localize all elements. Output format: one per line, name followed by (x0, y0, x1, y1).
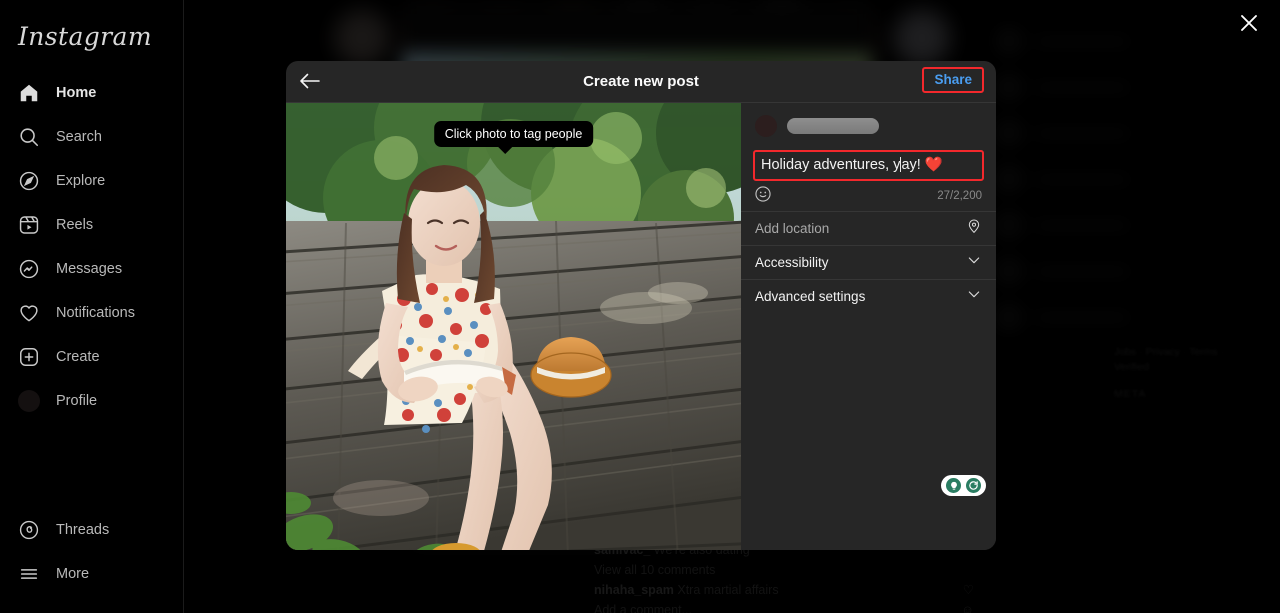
sidebar-item-label: Create (56, 349, 100, 365)
sidebar-item-label: Profile (56, 393, 97, 409)
advanced-settings-row[interactable]: Advanced settings (741, 279, 996, 313)
caption-text-before-caret: Holiday adventures, y (761, 157, 900, 173)
sidebar-item-label: Explore (56, 173, 105, 189)
add-location-row[interactable]: Add location (741, 211, 996, 245)
chevron-down-icon[interactable] (966, 252, 982, 273)
sidebar-item-threads[interactable]: Threads (8, 509, 184, 551)
share-button[interactable]: Share (934, 72, 972, 87)
caption-text-after-caret: ay! (901, 157, 924, 173)
caption-emoji: ❤️ (925, 157, 943, 173)
sidebar-item-label: More (56, 566, 89, 582)
compass-icon (14, 169, 44, 193)
instagram-app-window: samivac_ We're also dating View all 10 c… (0, 0, 1280, 613)
accessibility-row[interactable]: Accessibility (741, 245, 996, 279)
username-redacted (787, 118, 879, 134)
caption-area: Holiday adventures, yay! ❤️ (753, 150, 984, 181)
avatar[interactable] (755, 115, 777, 137)
hamburger-icon (14, 562, 44, 586)
advanced-settings-label: Advanced settings (755, 289, 865, 304)
create-new-post-modal: Create new post Share (286, 61, 996, 550)
modal-body: Click photo to tag people Holiday advent… (286, 103, 996, 550)
share-button-highlight: Share (922, 67, 984, 93)
instagram-logo[interactable]: Instagram (18, 22, 152, 51)
sidebar-item-profile[interactable]: Profile (8, 380, 184, 422)
sidebar-item-explore[interactable]: Explore (8, 160, 184, 202)
add-location-label: Add location (755, 221, 829, 236)
post-details-pane: Holiday adventures, yay! ❤️ (741, 103, 996, 550)
sidebar-item-create[interactable]: Create (8, 336, 184, 378)
sidebar-item-label: Messages (56, 261, 122, 277)
lightbulb-icon[interactable] (946, 478, 961, 493)
sidebar-item-search[interactable]: Search (8, 116, 184, 158)
threads-icon (14, 518, 44, 542)
author-row (741, 103, 996, 143)
accessibility-label: Accessibility (755, 255, 829, 270)
search-icon (14, 125, 44, 149)
sidebar-bottom-nav: Threads More (8, 509, 184, 597)
close-icon[interactable] (1234, 8, 1264, 38)
left-sidebar: Instagram Home Search (0, 0, 184, 613)
page-title: Create new post (286, 73, 996, 90)
sidebar-item-reels[interactable]: Reels (8, 204, 184, 246)
sidebar-item-label: Notifications (56, 305, 135, 321)
sidebar-item-more[interactable]: More (8, 553, 184, 595)
location-pin-icon[interactable] (966, 218, 982, 239)
post-photo[interactable] (286, 103, 741, 550)
modal-header: Create new post Share (286, 61, 996, 103)
sidebar-item-messages[interactable]: Messages (8, 248, 184, 290)
sidebar-item-label: Search (56, 129, 102, 145)
chevron-down-icon[interactable] (966, 286, 982, 307)
back-arrow-icon[interactable] (298, 70, 324, 94)
plus-square-icon (14, 345, 44, 369)
sidebar-item-label: Reels (56, 217, 93, 233)
caption-highlight: Holiday adventures, yay! ❤️ (753, 150, 984, 181)
caption-input[interactable]: Holiday adventures, yay! ❤️ (761, 155, 976, 175)
refresh-icon[interactable] (966, 478, 981, 493)
sidebar-item-label: Threads (56, 522, 109, 538)
smiley-icon[interactable] (754, 185, 772, 208)
caption-meta-row: 27/2,200 (741, 181, 996, 211)
tag-people-tooltip: Click photo to tag people (434, 121, 594, 147)
sidebar-item-label: Home (56, 85, 96, 101)
avatar-icon (14, 389, 44, 413)
character-counter: 27/2,200 (937, 190, 982, 202)
sidebar-item-notifications[interactable]: Notifications (8, 292, 184, 334)
sidebar-nav: Home Search Explore (8, 72, 184, 424)
sidebar-item-home[interactable]: Home (8, 72, 184, 114)
home-icon (14, 81, 44, 105)
ai-caption-pill[interactable] (941, 475, 986, 496)
heart-icon (14, 301, 44, 325)
photo-preview-pane[interactable]: Click photo to tag people (286, 103, 741, 550)
messenger-icon (14, 257, 44, 281)
reels-icon (14, 213, 44, 237)
